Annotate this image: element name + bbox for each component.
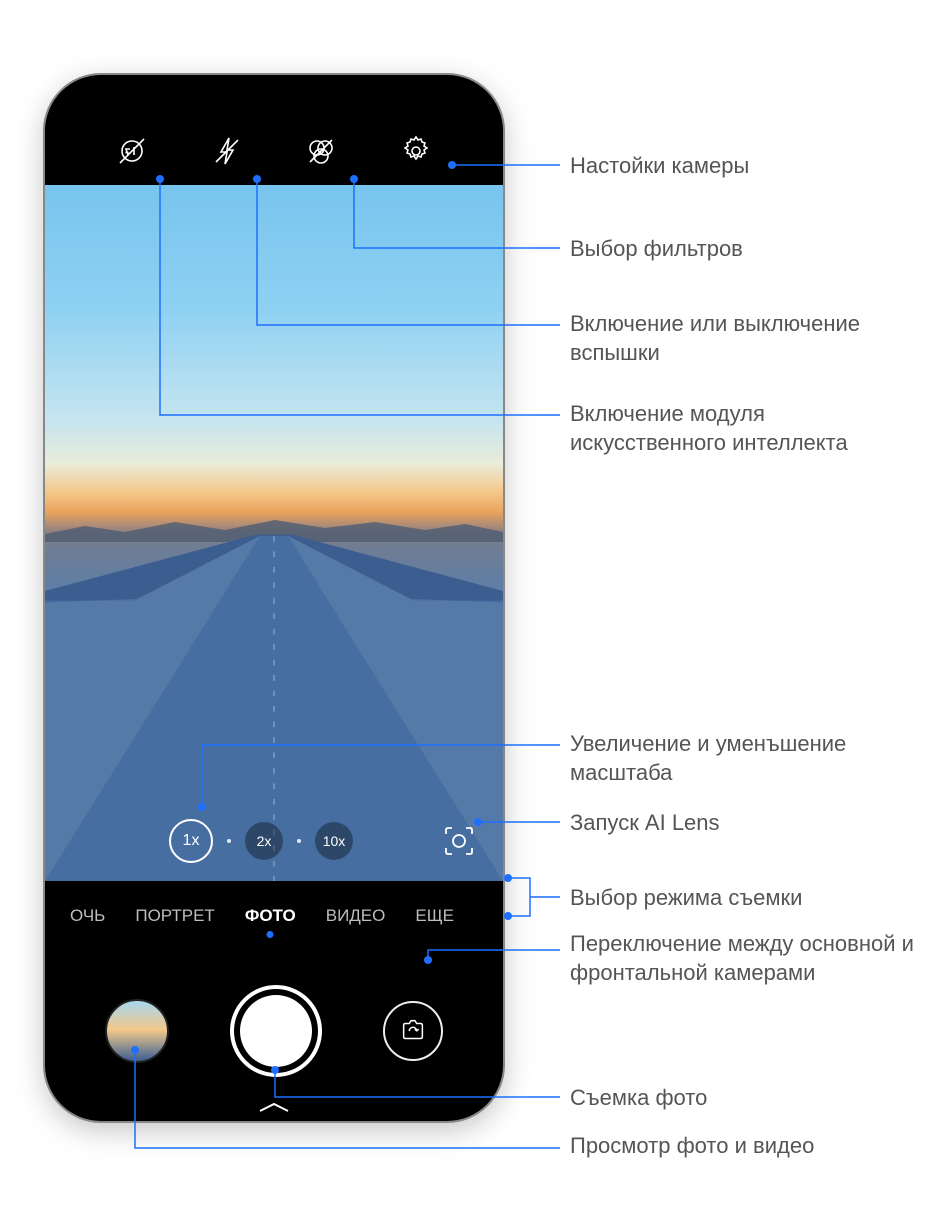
zoom-10x[interactable]: 10x — [315, 822, 353, 860]
filter-icon[interactable] — [303, 133, 339, 169]
camera-app-screen: 1x 2x 10x ОЧЬ ПОРТРЕТ ФОТО ВИДЕО ЕЩ — [45, 75, 503, 1121]
callout-shutter: Съемка фото — [570, 1084, 707, 1113]
shutter-button[interactable] — [230, 985, 322, 1077]
callout-ai-module: Включение модуля искусственного интеллек… — [570, 400, 920, 457]
callout-switch-cam: Переключение между основной и фронтально… — [570, 930, 920, 987]
mode-video[interactable]: ВИДЕО — [326, 906, 386, 926]
zoom-row: 1x 2x 10x — [45, 819, 503, 863]
bottom-controls — [45, 951, 503, 1121]
zoom-dot — [297, 839, 301, 843]
shutter-inner — [240, 995, 312, 1067]
zoom-pills: 1x 2x 10x — [169, 819, 353, 863]
ai-lens-icon[interactable] — [439, 821, 479, 861]
mode-more[interactable]: ЕЩЕ — [415, 906, 454, 926]
callout-ai-lens: Запуск AI Lens — [570, 809, 720, 838]
ai-module-icon[interactable] — [114, 133, 150, 169]
callout-settings: Настойки камеры — [570, 152, 749, 181]
settings-icon[interactable] — [398, 133, 434, 169]
zoom-dot — [227, 839, 231, 843]
drawer-handle-icon[interactable] — [254, 1100, 294, 1119]
gallery-thumbnail[interactable] — [105, 999, 169, 1063]
callout-gallery: Просмотр фото и видео — [570, 1132, 814, 1161]
flash-icon[interactable] — [209, 133, 245, 169]
zoom-1x[interactable]: 1x — [169, 819, 213, 863]
callout-flash: Включение или выключение вспышки — [570, 310, 920, 367]
mode-portrait[interactable]: ПОРТРЕТ — [135, 906, 214, 926]
callout-filters: Выбор фильтров — [570, 235, 743, 264]
top-toolbar — [45, 75, 503, 185]
zoom-2x[interactable]: 2x — [245, 822, 283, 860]
mode-photo[interactable]: ФОТО — [245, 906, 296, 926]
mode-night[interactable]: ОЧЬ — [70, 906, 105, 926]
switch-camera-button[interactable] — [383, 1001, 443, 1061]
callout-zoom: Увеличение и уменъшение масштаба — [570, 730, 920, 787]
mode-selector[interactable]: ОЧЬ ПОРТРЕТ ФОТО ВИДЕО ЕЩЕ — [45, 881, 503, 951]
callout-mode: Выбор режима съемки — [570, 884, 802, 913]
phone-frame: 1x 2x 10x ОЧЬ ПОРТРЕТ ФОТО ВИДЕО ЕЩ — [45, 75, 503, 1121]
viewfinder[interactable]: 1x 2x 10x — [45, 185, 503, 881]
